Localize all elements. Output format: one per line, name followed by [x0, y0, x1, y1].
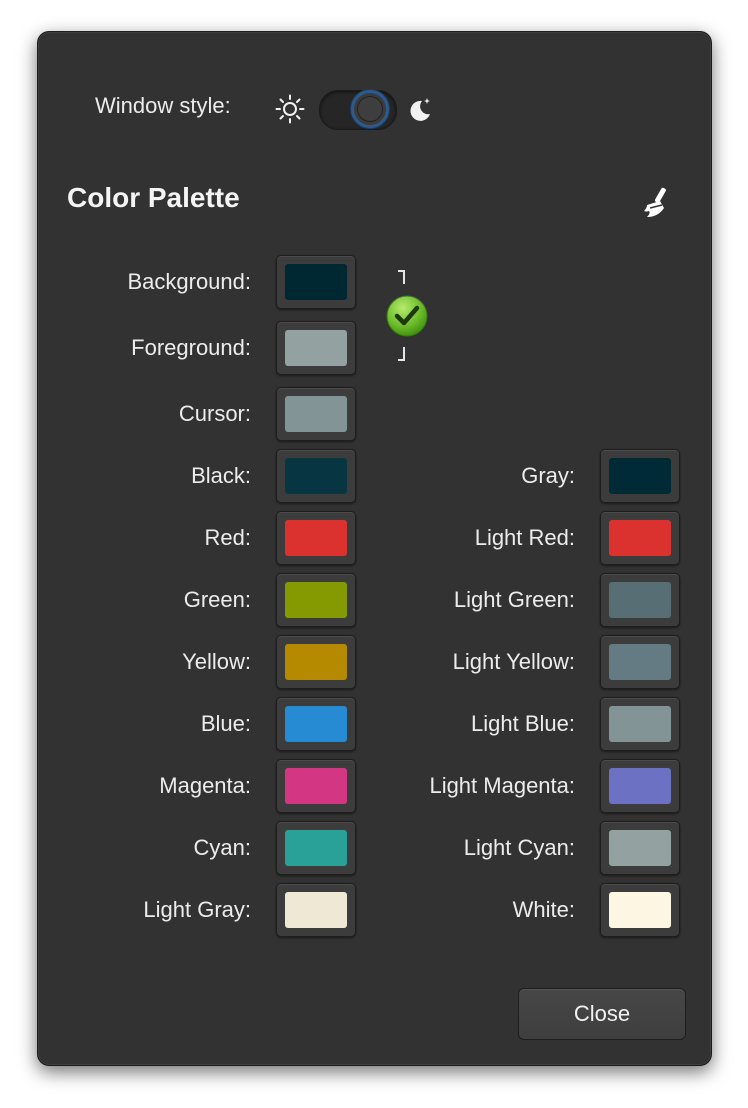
light-cyan-color-swatch — [609, 830, 671, 866]
background-color-swatch — [285, 264, 347, 300]
black-label: Black: — [191, 463, 251, 488]
palette-title: Color Palette — [67, 182, 240, 213]
cyan-color-swatch — [285, 830, 347, 866]
green-color-swatch — [285, 582, 347, 618]
light-magenta-label: Light Magenta: — [429, 773, 575, 798]
white-color-button[interactable] — [600, 883, 680, 937]
black-color-swatch — [285, 458, 347, 494]
blue-label: Blue: — [200, 711, 251, 736]
toggle-knob[interactable] — [351, 90, 389, 128]
green-label: Green: — [183, 587, 251, 612]
light-magenta-color-swatch — [609, 768, 671, 804]
yellow-color-swatch — [285, 644, 347, 680]
magenta-color-button[interactable] — [276, 759, 356, 813]
cyan-color-button[interactable] — [276, 821, 356, 875]
gray-label: Gray: — [521, 463, 575, 488]
blue-color-swatch — [285, 706, 347, 742]
yellow-color-button[interactable] — [276, 635, 356, 689]
white-label: White: — [512, 897, 575, 922]
cursor-color-swatch — [285, 396, 347, 432]
light-gray-color-swatch — [285, 892, 347, 928]
color-palette-dialog: Window style: Color Palette Background: F… — [37, 31, 712, 1066]
light-yellow-color-button[interactable] — [600, 635, 680, 689]
light-green-color-button[interactable] — [600, 573, 680, 627]
light-red-label: Light Red: — [474, 525, 575, 550]
red-color-swatch — [285, 520, 347, 556]
blue-color-button[interactable] — [276, 697, 356, 751]
cursor-color-button[interactable] — [276, 387, 356, 441]
light-blue-color-button[interactable] — [600, 697, 680, 751]
light-gray-label: Light Gray: — [143, 897, 251, 922]
gray-color-swatch — [609, 458, 671, 494]
moon-icon[interactable] — [406, 95, 434, 123]
white-color-swatch — [609, 892, 671, 928]
cyan-label: Cyan: — [193, 835, 251, 860]
window-style-label: Window style: — [95, 93, 231, 118]
green-color-button[interactable] — [276, 573, 356, 627]
sun-icon[interactable] — [275, 94, 305, 124]
light-yellow-label: Light Yellow: — [452, 649, 575, 674]
foreground-color-button[interactable] — [276, 321, 356, 375]
light-cyan-color-button[interactable] — [600, 821, 680, 875]
checkmark-icon[interactable] — [385, 294, 429, 338]
red-label: Red: — [204, 525, 251, 550]
foreground-color-swatch — [285, 330, 347, 366]
yellow-label: Yellow: — [182, 649, 251, 674]
light-red-color-swatch — [609, 520, 671, 556]
background-color-button[interactable] — [276, 255, 356, 309]
light-gray-color-button[interactable] — [276, 883, 356, 937]
light-green-label: Light Green: — [453, 587, 575, 612]
close-button[interactable]: Close — [518, 988, 686, 1040]
magenta-color-swatch — [285, 768, 347, 804]
light-yellow-color-swatch — [609, 644, 671, 680]
broom-icon[interactable] — [638, 184, 674, 220]
magenta-label: Magenta: — [159, 773, 251, 798]
background-label: Background: — [127, 269, 251, 294]
red-color-button[interactable] — [276, 511, 356, 565]
cursor-label: Cursor: — [178, 401, 251, 426]
light-green-color-swatch — [609, 582, 671, 618]
light-blue-color-swatch — [609, 706, 671, 742]
light-blue-label: Light Blue: — [471, 711, 575, 736]
foreground-label: Foreground: — [131, 335, 251, 360]
black-color-button[interactable] — [276, 449, 356, 503]
gray-color-button[interactable] — [600, 449, 680, 503]
light-cyan-label: Light Cyan: — [463, 835, 575, 860]
window-style-toggle[interactable] — [319, 90, 397, 130]
light-red-color-button[interactable] — [600, 511, 680, 565]
light-magenta-color-button[interactable] — [600, 759, 680, 813]
